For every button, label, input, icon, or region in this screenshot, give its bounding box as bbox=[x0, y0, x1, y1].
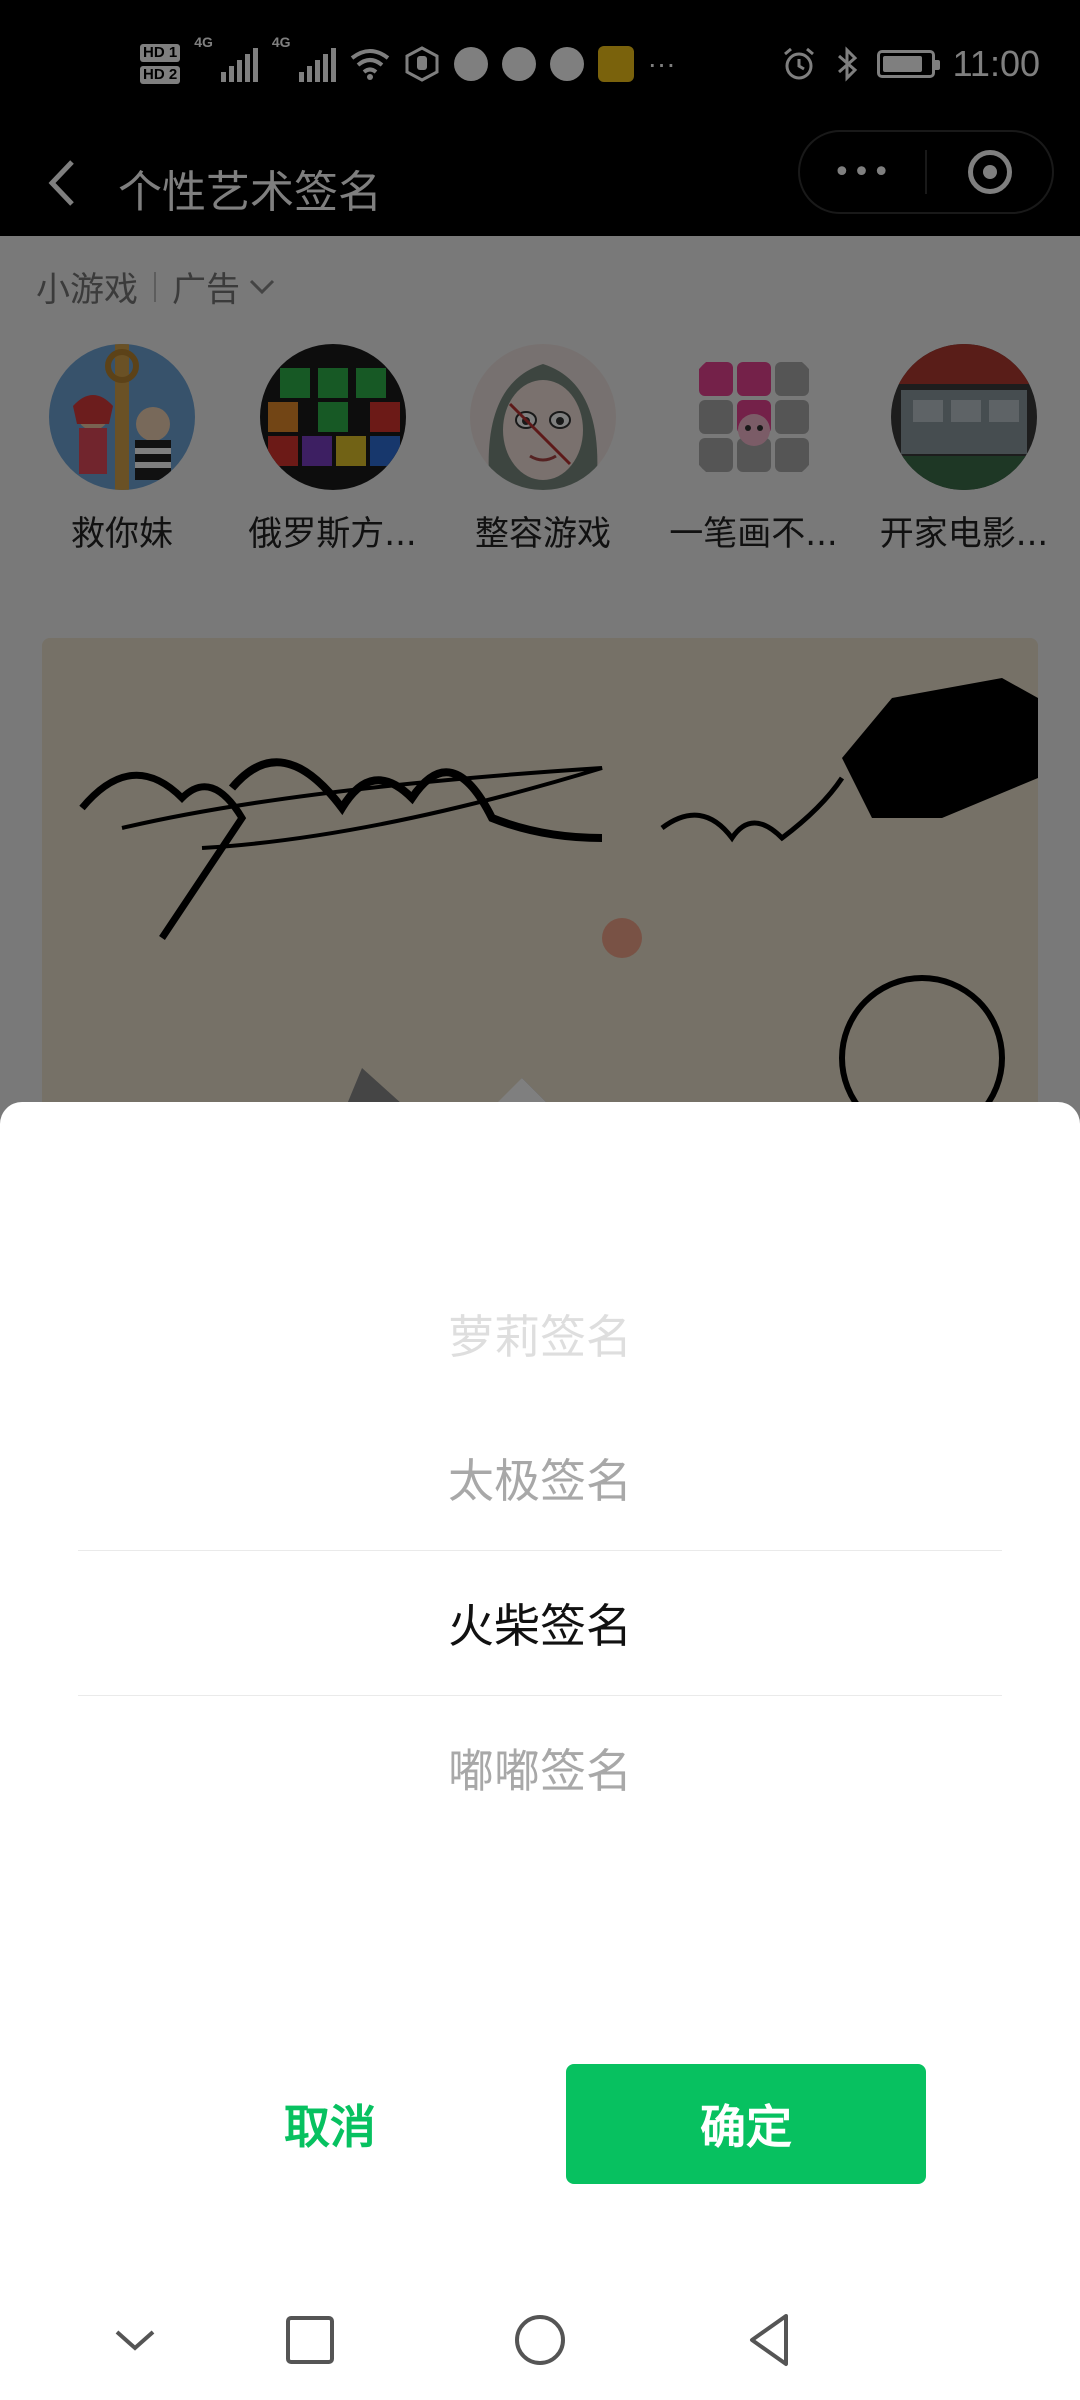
back-nav-button[interactable] bbox=[730, 2300, 810, 2380]
picker-option[interactable]: 太极签名 bbox=[78, 1406, 1002, 1550]
picker-option[interactable]: 嘟嘟签名 bbox=[78, 1696, 1002, 1840]
home-button[interactable] bbox=[500, 2300, 580, 2380]
chevron-down-icon bbox=[115, 2330, 155, 2351]
square-icon bbox=[286, 2316, 334, 2364]
confirm-button[interactable]: 确定 bbox=[566, 2064, 926, 2184]
picker-option[interactable]: 萝莉签名 bbox=[78, 1262, 1002, 1406]
triangle-back-icon bbox=[750, 2314, 788, 2366]
hide-keyboard-button[interactable] bbox=[95, 2300, 175, 2380]
recents-button[interactable] bbox=[270, 2300, 350, 2380]
picker-sheet: 萝莉签名 太极签名 火柴签名 嘟嘟签名 取消 确定 bbox=[0, 1102, 1080, 2400]
circle-icon bbox=[515, 2315, 565, 2365]
picker-wheel[interactable]: 萝莉签名 太极签名 火柴签名 嘟嘟签名 bbox=[78, 1262, 1002, 1840]
cancel-button[interactable]: 取消 bbox=[210, 2064, 450, 2184]
picker-option-selected[interactable]: 火柴签名 bbox=[78, 1550, 1002, 1696]
system-nav-bar bbox=[0, 2278, 1080, 2400]
